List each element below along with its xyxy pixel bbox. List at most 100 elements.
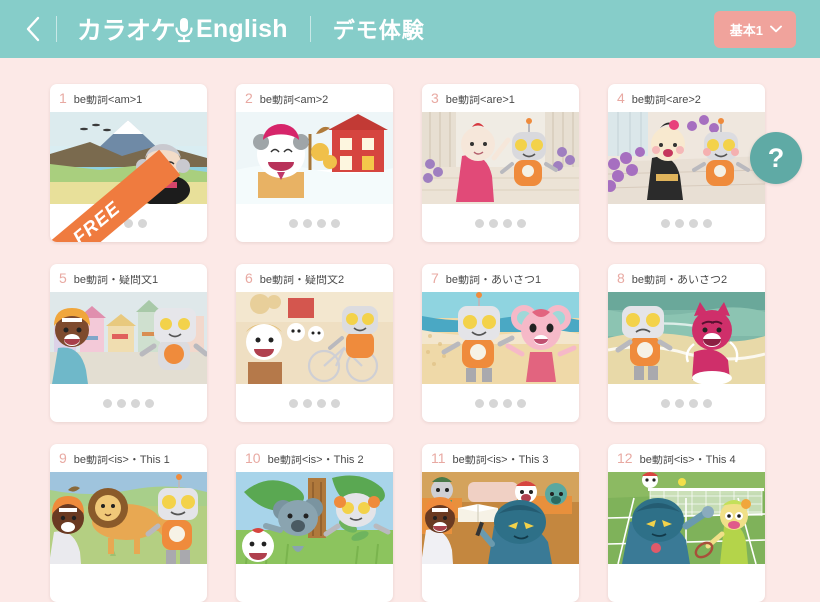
lesson-card-title: 6 be動詞・疑問文2 <box>236 264 393 292</box>
progress-dot <box>317 398 326 408</box>
lesson-thumbnail <box>236 112 393 204</box>
progress-dot <box>661 218 670 228</box>
level-selector-button[interactable]: 基本1 <box>713 10 796 48</box>
lesson-number: 11 <box>431 450 446 466</box>
progress-dot <box>475 218 484 228</box>
lesson-number: 4 <box>617 90 625 106</box>
lesson-card[interactable]: 10 be動詞<is>・This 2 <box>236 444 393 602</box>
progress-dot <box>303 398 312 408</box>
lesson-progress-dots <box>236 204 393 242</box>
lesson-card[interactable]: 5 be動詞・疑問文1 <box>50 264 207 422</box>
lesson-number: 8 <box>617 270 625 286</box>
lesson-card[interactable]: 12 be動詞<is>・This 4 <box>608 444 765 602</box>
progress-dot <box>475 398 484 408</box>
progress-dot <box>303 218 312 228</box>
progress-dot <box>289 218 298 228</box>
lesson-card-title: 9 be動詞<is>・This 1 <box>50 444 207 472</box>
chevron-left-icon <box>26 16 40 42</box>
lesson-progress-dots <box>608 204 765 242</box>
help-button[interactable]: ? <box>750 132 802 184</box>
progress-dot <box>103 398 112 408</box>
progress-dot <box>703 218 712 228</box>
lesson-thumbnail <box>236 292 393 384</box>
lesson-label: be動詞<are>1 <box>445 95 515 106</box>
lesson-label: be動詞<is>・This 3 <box>452 455 549 466</box>
header-divider-2 <box>309 16 311 42</box>
lesson-number: 6 <box>245 270 253 286</box>
lesson-card[interactable]: 4 be動詞<are>2 <box>608 84 765 242</box>
lesson-number: 10 <box>245 450 261 466</box>
lesson-thumbnail <box>422 292 579 384</box>
lesson-label: be動詞・疑問文1 <box>73 275 159 286</box>
brand-label-en: English <box>196 14 288 43</box>
lesson-card[interactable]: 6 be動詞・疑問文2 <box>236 264 393 422</box>
lesson-card-title: 1 be動詞<am>1 <box>50 84 207 112</box>
lesson-number: 2 <box>245 90 253 106</box>
progress-dot <box>675 398 684 408</box>
lesson-card-title: 5 be動詞・疑問文1 <box>50 264 207 292</box>
progress-dot <box>110 218 119 228</box>
lesson-thumbnail <box>50 472 207 564</box>
progress-dot <box>289 398 298 408</box>
lesson-label: be動詞<am>2 <box>259 95 329 106</box>
progress-dot <box>517 218 526 228</box>
lesson-card-title: 3 be動詞<are>1 <box>422 84 579 112</box>
lesson-thumbnail <box>608 472 765 564</box>
lesson-card[interactable]: 3 be動詞<are>1 <box>422 84 579 242</box>
back-button[interactable] <box>16 9 50 49</box>
lesson-number: 7 <box>431 270 439 286</box>
brand-label-jp: カラオケ <box>77 17 176 45</box>
lesson-card[interactable]: 11 be動詞<is>・This 3 <box>422 444 579 602</box>
lesson-progress-dots <box>50 564 207 602</box>
lesson-card-title: 12 be動詞<is>・This 4 <box>608 444 765 472</box>
lesson-card[interactable]: 1 be動詞<am>1 FREE <box>50 84 207 242</box>
progress-dot <box>489 218 498 228</box>
lesson-progress-dots <box>608 564 765 602</box>
lesson-thumbnail <box>50 292 207 384</box>
progress-dot <box>145 398 154 408</box>
lesson-number: 9 <box>59 450 67 466</box>
lesson-card-title: 2 be動詞<am>2 <box>236 84 393 112</box>
progress-dot <box>517 398 526 408</box>
lesson-grid-container: ? 1 be動詞<am>1 FREE 2 be動詞<am>2 3 be動詞<ar… <box>0 58 820 602</box>
lesson-card[interactable]: 9 be動詞<is>・This 1 <box>50 444 207 602</box>
progress-dot <box>661 398 670 408</box>
lesson-label: be動詞<am>1 <box>73 95 143 106</box>
app-header: カラオケ English デモ体験 基本1 <box>0 0 820 58</box>
lesson-label: be動詞<is>・This 2 <box>267 455 364 466</box>
lesson-thumbnail <box>50 112 207 204</box>
lesson-label: be動詞<is>・This 1 <box>73 455 170 466</box>
lesson-card-title: 4 be動詞<are>2 <box>608 84 765 112</box>
lesson-card-title: 11 be動詞<is>・This 3 <box>422 444 579 472</box>
progress-dot <box>689 218 698 228</box>
progress-dot <box>331 218 340 228</box>
lesson-number: 5 <box>59 270 67 286</box>
lesson-progress-dots <box>236 384 393 422</box>
progress-dot <box>503 398 512 408</box>
lesson-thumbnail <box>422 472 579 564</box>
lesson-card[interactable]: 7 be動詞・あいさつ1 <box>422 264 579 422</box>
progress-dot <box>489 398 498 408</box>
lesson-thumbnail <box>608 112 765 204</box>
lesson-progress-dots <box>50 384 207 422</box>
level-selector-label: 基本1 <box>729 22 763 38</box>
lesson-card[interactable]: 2 be動詞<am>2 <box>236 84 393 242</box>
lesson-grid: 1 be動詞<am>1 FREE 2 be動詞<am>2 3 be動詞<are>… <box>0 84 820 602</box>
lesson-label: be動詞・疑問文2 <box>259 275 345 286</box>
lesson-thumbnail <box>608 292 765 384</box>
progress-dot <box>124 218 133 228</box>
brand-logo[interactable]: カラオケ English <box>77 11 288 47</box>
lesson-card-title: 10 be動詞<is>・This 2 <box>236 444 393 472</box>
lesson-progress-dots <box>422 204 579 242</box>
lesson-progress-dots <box>422 384 579 422</box>
progress-dot <box>503 218 512 228</box>
lesson-number: 12 <box>617 450 633 466</box>
lesson-card[interactable]: 8 be動詞・あいさつ2 <box>608 264 765 422</box>
lesson-progress-dots <box>236 564 393 602</box>
lesson-label: be動詞<is>・This 4 <box>639 455 736 466</box>
lesson-progress-dots <box>608 384 765 422</box>
chevron-down-icon <box>770 25 782 33</box>
progress-dot <box>317 218 326 228</box>
progress-dot <box>331 398 340 408</box>
microphone-icon <box>171 15 197 45</box>
